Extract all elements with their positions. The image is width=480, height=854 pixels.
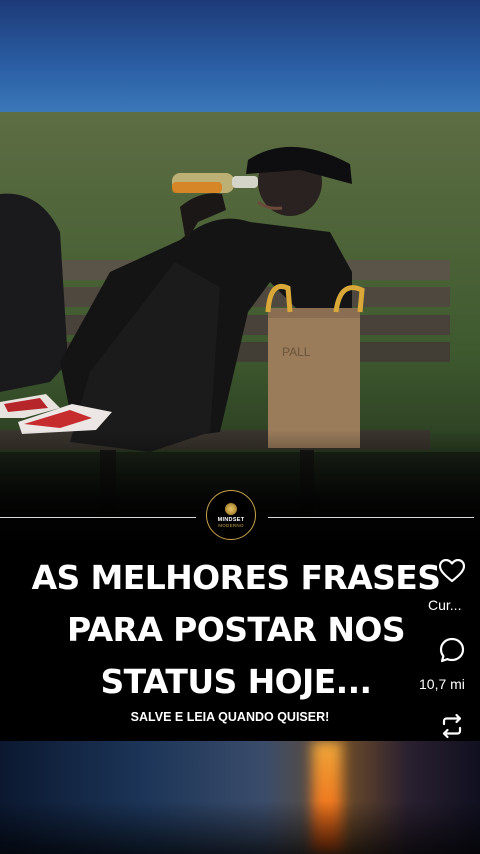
repost-icon [442,713,462,739]
repost-button[interactable] [438,712,466,740]
svg-text:PALL: PALL [282,345,311,359]
next-post-preview [0,741,480,854]
headline-line-1: AS MELHORES FRASES [31,558,441,597]
like-count: Cur... [428,597,462,613]
headline-line-3: STATUS HOJE... [100,662,373,701]
preview-shade [0,801,480,854]
post-subtitle: SALVE E LEIA QUANDO QUISER! [130,710,330,724]
like-button[interactable] [438,558,466,584]
background-sky [0,0,480,112]
globe-icon [225,502,237,515]
post-headline: AS MELHORES FRASES PARA POSTAR NOS STATU… [10,552,462,708]
comment-count: 10,7 mi [419,676,465,692]
divider-right [268,517,474,518]
mindset-moderno-logo: MINDSET MODERNO [206,490,256,540]
comment-button[interactable] [438,636,466,664]
heart-icon [439,559,465,583]
comment-icon [439,637,465,663]
logo-line2: MODERNO [218,522,244,528]
divider-left [0,517,196,518]
reel-viewer: PALL MINDSET MODERNO AS MELHORES FRASES … [0,0,480,854]
headline-line-2: PARA POSTAR NOS [67,610,406,649]
